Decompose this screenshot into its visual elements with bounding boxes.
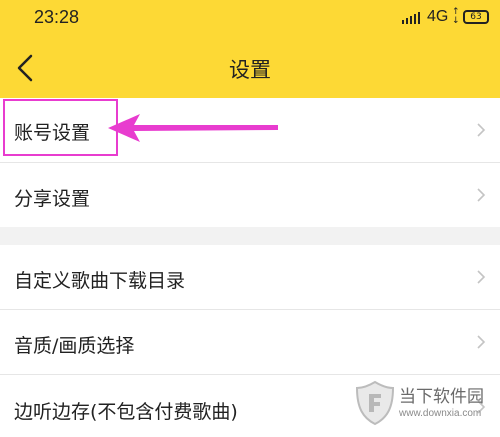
watermark-name: 当下软件园	[399, 387, 484, 407]
settings-item-download-dir[interactable]: 自定义歌曲下载目录	[0, 245, 500, 309]
highlight-box	[3, 99, 118, 156]
watermark-url: www.downxia.com	[399, 408, 482, 419]
settings-item-quality[interactable]: 音质/画质选择	[0, 310, 500, 374]
nav-bar: 设置	[0, 38, 500, 98]
arrow-pointer-icon	[108, 114, 278, 142]
status-bar: 23:28 4G ↑ ↓ 63	[0, 0, 500, 38]
page-title: 设置	[229, 58, 271, 82]
watermark-logo-icon	[355, 380, 395, 426]
data-activity-icon: ↑ ↓	[452, 7, 460, 26]
signal-icon	[402, 12, 422, 24]
settings-item-label: 自定义歌曲下载目录	[14, 270, 186, 292]
battery-icon: 63	[463, 10, 489, 24]
watermark: 当下软件园 www.downxia.com	[355, 380, 495, 430]
chevron-right-icon	[477, 188, 486, 202]
chevron-right-icon	[477, 335, 486, 349]
settings-item-share[interactable]: 分享设置	[0, 163, 500, 227]
battery-level: 63	[470, 12, 482, 22]
status-time: 23:28	[34, 7, 80, 27]
chevron-right-icon	[477, 270, 486, 284]
settings-item-label: 分享设置	[14, 188, 91, 210]
chevron-right-icon	[477, 123, 486, 137]
settings-item-label: 边听边存(不包含付费歌曲)	[14, 401, 238, 423]
settings-item-label: 音质/画质选择	[14, 335, 135, 357]
network-type: 4G	[427, 8, 449, 25]
